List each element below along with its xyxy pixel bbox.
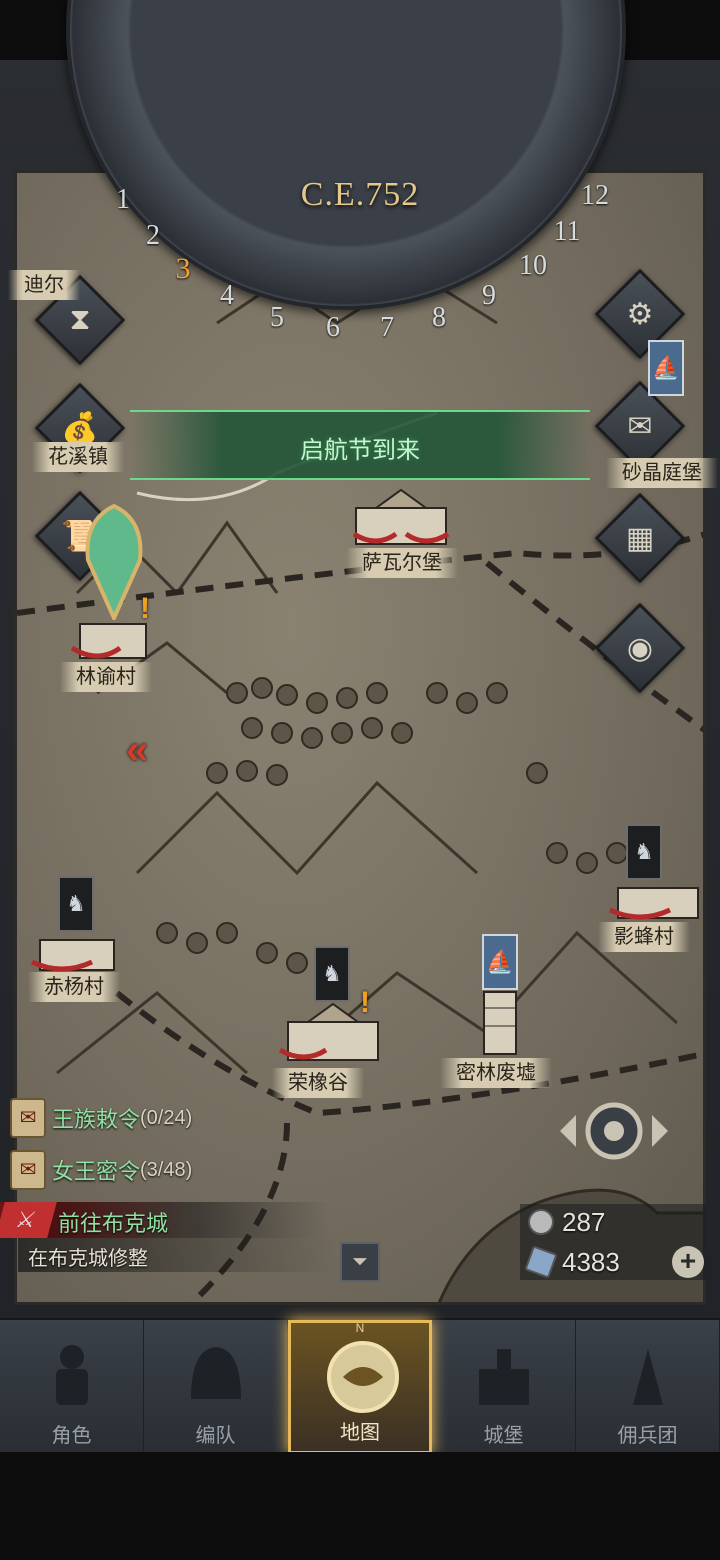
- nav-item-formation[interactable]: 编队: [144, 1320, 288, 1454]
- locate-button[interactable]: [556, 1095, 672, 1167]
- map-pin-icon: [85, 503, 143, 623]
- beast-icon: ♞: [634, 839, 654, 864]
- crystal-icon: [524, 1245, 558, 1279]
- village-icon: [608, 887, 699, 920]
- dark-banner-flag: ♞: [314, 946, 350, 1002]
- blue-banner-flag: ⛵: [648, 340, 684, 396]
- quest-title: 女王密令: [52, 1159, 141, 1184]
- alert-icon: !: [140, 592, 150, 625]
- nav-label: 角色: [51, 1425, 92, 1447]
- grid-icon: ▦: [625, 521, 655, 555]
- place-label-linyu[interactable]: 林谕村: [60, 662, 152, 692]
- back-arrow-icon[interactable]: «: [126, 728, 148, 773]
- place-label-rongxiang[interactable]: 荣橡谷: [272, 1068, 364, 1098]
- nav-item-castle[interactable]: 城堡: [432, 1320, 576, 1454]
- quest-count: (3/48): [140, 1158, 193, 1181]
- gear-icon: ⚙: [626, 297, 654, 331]
- beast-icon: ♞: [322, 961, 342, 986]
- quest-royal-decree[interactable]: ✉ 王族敕令 (0/24): [10, 1098, 192, 1138]
- nav-label: 地图: [340, 1422, 380, 1444]
- crosshair-icon: [560, 1102, 668, 1160]
- knight-icon: [32, 1334, 112, 1414]
- alert-icon: !: [360, 986, 370, 1019]
- compass-north-label: N: [355, 1321, 365, 1335]
- crystal-resource: 4383: [524, 1244, 620, 1280]
- nav-item-mercenary[interactable]: 佣兵团: [576, 1320, 720, 1454]
- village-chiyang[interactable]: [26, 924, 126, 979]
- castle-rongxiang[interactable]: [276, 998, 388, 1069]
- map-icon: [323, 1337, 403, 1417]
- silver-coin-icon: [528, 1209, 554, 1235]
- month-3-current[interactable]: 3: [168, 252, 198, 286]
- month-10[interactable]: 10: [518, 250, 548, 282]
- nav-item-map[interactable]: N 地图: [288, 1320, 432, 1454]
- month-12[interactable]: 12: [580, 180, 610, 212]
- month-7[interactable]: 7: [372, 312, 402, 344]
- village-yingfeng[interactable]: [600, 872, 710, 927]
- place-label-huaxi[interactable]: 花溪镇: [32, 442, 124, 472]
- bottom-spacer: [0, 1452, 720, 1560]
- place-label-shajing[interactable]: 砂晶庭堡: [606, 458, 718, 488]
- month-4[interactable]: 4: [212, 280, 242, 312]
- mercenary-icon: [608, 1334, 688, 1414]
- month-11[interactable]: 11: [552, 216, 582, 248]
- blue-banner-flag: ⛵: [482, 934, 518, 990]
- month-6[interactable]: 6: [318, 312, 348, 344]
- month-5[interactable]: 5: [262, 302, 292, 334]
- quest-title: 王族敕令: [52, 1107, 141, 1132]
- nav-label: 佣兵团: [617, 1425, 678, 1447]
- month-9[interactable]: 9: [474, 280, 504, 312]
- silver-value: 287: [562, 1206, 606, 1237]
- village-icon: [30, 939, 115, 972]
- nav-label: 城堡: [483, 1425, 524, 1447]
- collapse-button[interactable]: ⏷: [340, 1242, 380, 1282]
- beast-icon: ♞: [66, 891, 86, 916]
- tower-milin[interactable]: [480, 988, 520, 1061]
- scroll-icon: ✉: [10, 1098, 46, 1138]
- coin-icon: ◉: [626, 631, 654, 665]
- scroll-icon: ✉: [10, 1150, 46, 1190]
- month-8[interactable]: 8: [424, 302, 454, 334]
- nav-label: 编队: [195, 1425, 236, 1447]
- silver-resource: 287: [528, 1204, 605, 1240]
- tower-icon: [483, 991, 517, 1055]
- month-2[interactable]: 2: [138, 220, 168, 252]
- travel-subtitle: 在布克城修整: [28, 1248, 148, 1270]
- travel-status[interactable]: ⚔ 前往布克城: [0, 1202, 330, 1238]
- castle-sawaer[interactable]: [346, 484, 456, 553]
- castle-icon: [278, 1002, 379, 1061]
- event-banner-text: 启航节到来: [300, 437, 420, 464]
- place-label-sawaer[interactable]: 萨瓦尔堡: [346, 548, 458, 578]
- event-banner[interactable]: 启航节到来: [130, 410, 590, 480]
- place-label-dier[interactable]: 迪尔: [8, 270, 80, 300]
- crossed-swords-icon: ⚔: [0, 1202, 57, 1238]
- helmet-icon: [176, 1334, 256, 1414]
- castle-icon: [464, 1334, 544, 1414]
- place-label-chiyang[interactable]: 赤杨村: [28, 972, 120, 1002]
- castle-icon: [352, 488, 450, 545]
- nav-item-character[interactable]: 角色: [0, 1320, 144, 1454]
- ship-icon: ⛵: [486, 949, 514, 974]
- quest-queen-order[interactable]: ✉ 女王密令 (3/48): [10, 1150, 192, 1190]
- bottom-nav: 角色 编队 N 地图 城堡 佣兵团: [0, 1318, 720, 1454]
- place-label-yingfeng[interactable]: 影蜂村: [598, 922, 690, 952]
- place-label-milin[interactable]: 密林废墟: [440, 1058, 552, 1088]
- chevron-down-icon: ⏷: [352, 1251, 368, 1273]
- ship-icon: ⛵: [652, 355, 680, 380]
- crystal-value: 4383: [562, 1246, 620, 1277]
- mail-icon: ✉: [627, 409, 653, 443]
- travel-title: 前往布克城: [58, 1211, 169, 1236]
- add-resource-button[interactable]: +: [672, 1246, 704, 1278]
- month-1[interactable]: 1: [108, 184, 138, 216]
- quest-count: (0/24): [140, 1106, 193, 1129]
